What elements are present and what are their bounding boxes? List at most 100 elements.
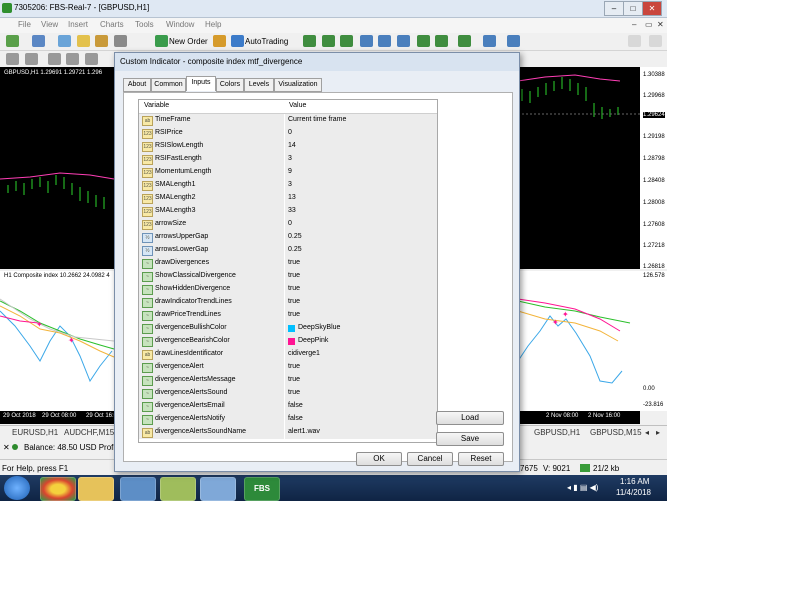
crosshair-icon[interactable]	[25, 53, 38, 65]
variable-value[interactable]: 13	[288, 194, 296, 201]
value-cell[interactable]: 0.25	[285, 231, 437, 245]
metaeditor-icon[interactable]	[213, 35, 226, 47]
clock-time[interactable]: 1:16 AM	[620, 477, 649, 486]
input-row[interactable]: ab divergenceAlertsSoundName alert1.wav	[139, 426, 437, 440]
menu-help[interactable]: Help	[205, 20, 221, 29]
value-cell[interactable]: DeepPink	[285, 335, 437, 349]
profiles-icon[interactable]	[32, 35, 45, 47]
input-row[interactable]: 123 RSIPrice 0	[139, 127, 437, 141]
zoom-in-icon[interactable]	[360, 35, 373, 47]
variable-value[interactable]: 0	[288, 129, 292, 136]
mdi-minimize-icon[interactable]: –	[632, 20, 636, 29]
variable-value[interactable]: Current time frame	[288, 116, 346, 123]
value-cell[interactable]: Current time frame	[285, 114, 437, 128]
value-cell[interactable]: true	[285, 296, 437, 310]
color-swatch[interactable]	[288, 338, 295, 345]
input-row[interactable]: 123 SMALength3 33	[139, 205, 437, 219]
chart-shift-icon[interactable]	[435, 35, 448, 47]
load-button[interactable]: Load	[436, 411, 504, 425]
new-order-button[interactable]: New Order	[169, 37, 208, 46]
taskbar-app-icon[interactable]	[120, 477, 156, 501]
bar-chart-icon[interactable]	[303, 35, 316, 47]
new-chart-icon[interactable]	[6, 35, 19, 47]
variable-value[interactable]: 3	[288, 181, 292, 188]
value-cell[interactable]: 13	[285, 192, 437, 206]
variable-value[interactable]: true	[288, 272, 300, 279]
variable-value[interactable]: true	[288, 311, 300, 318]
horizontal-line-icon[interactable]	[66, 53, 79, 65]
menu-window[interactable]: Window	[166, 20, 194, 29]
menu-charts[interactable]: Charts	[100, 20, 124, 29]
value-cell[interactable]: 0	[285, 218, 437, 232]
input-row[interactable]: ~ drawIndicatorTrendLines true	[139, 296, 437, 310]
value-cell[interactable]: true	[285, 387, 437, 401]
input-row[interactable]: 123 SMALength2 13	[139, 192, 437, 206]
autotrading-icon[interactable]	[231, 35, 244, 47]
candle-chart-icon[interactable]	[322, 35, 335, 47]
variable-value[interactable]: false	[288, 415, 303, 422]
value-cell[interactable]: 33	[285, 205, 437, 219]
menu-tools[interactable]: Tools	[135, 20, 154, 29]
variable-value[interactable]: 0.25	[288, 246, 302, 253]
zoom-out-icon[interactable]	[378, 35, 391, 47]
input-row[interactable]: ~ ShowClassicalDivergence true	[139, 270, 437, 284]
tab-about[interactable]: About	[123, 78, 151, 92]
variable-value[interactable]: true	[288, 363, 300, 370]
input-row[interactable]: ~ drawPriceTrendLines true	[139, 309, 437, 323]
clock-date[interactable]: 11/4/2018	[616, 488, 651, 497]
variable-value[interactable]: true	[288, 259, 300, 266]
value-cell[interactable]: 3	[285, 153, 437, 167]
input-row[interactable]: 123 RSIFastLength 3	[139, 153, 437, 167]
tabs-scroll-right-icon[interactable]: ▸	[656, 428, 660, 437]
input-row[interactable]: 123 SMALength1 3	[139, 179, 437, 193]
mdi-close-icon[interactable]: ✕	[657, 20, 664, 29]
minimize-button[interactable]: –	[604, 1, 624, 16]
search-icon[interactable]	[628, 35, 641, 47]
input-row[interactable]: 123 arrowSize 0	[139, 218, 437, 232]
tile-windows-icon[interactable]	[397, 35, 410, 47]
close-panel-icon[interactable]: ✕	[3, 443, 10, 452]
save-button[interactable]: Save	[436, 432, 504, 446]
mdi-restore-icon[interactable]: ▭	[645, 20, 653, 29]
market-watch-icon[interactable]	[58, 35, 71, 47]
input-row[interactable]: 123 RSISlowLength 14	[139, 140, 437, 154]
variable-value[interactable]: 33	[288, 207, 296, 214]
variable-value[interactable]: alert1.wav	[288, 428, 320, 435]
autoscroll-icon[interactable]	[417, 35, 430, 47]
tray-icons[interactable]: ◂ ▮ ▤ ◀)	[567, 483, 598, 492]
trendline-icon[interactable]	[85, 53, 98, 65]
new-order-icon[interactable]	[155, 35, 168, 47]
value-cell[interactable]: 0.25	[285, 244, 437, 258]
input-row[interactable]: ab drawLinesIdentificator cidiverge1	[139, 348, 437, 362]
variable-value[interactable]: false	[288, 402, 303, 409]
taskbar-app-icon[interactable]	[200, 477, 236, 501]
value-cell[interactable]: 0	[285, 127, 437, 141]
templates-icon[interactable]	[507, 35, 520, 47]
input-row[interactable]: ab TimeFrame Current time frame	[139, 114, 437, 128]
value-cell[interactable]: cidiverge1	[285, 348, 437, 362]
value-cell[interactable]: 3	[285, 179, 437, 193]
input-row[interactable]: ~ divergenceAlertsSound true	[139, 387, 437, 401]
file-explorer-icon[interactable]	[78, 477, 114, 501]
color-swatch[interactable]	[288, 325, 295, 332]
variable-value[interactable]: true	[288, 285, 300, 292]
chart-tab[interactable]: GBPUSD,M15	[590, 428, 642, 437]
value-cell[interactable]: 9	[285, 166, 437, 180]
chart-tab[interactable]: EURUSD,H1	[12, 428, 58, 437]
input-row[interactable]: ½ arrowsUpperGap 0.25	[139, 231, 437, 245]
cursor-icon[interactable]	[6, 53, 19, 65]
start-button[interactable]	[4, 476, 30, 500]
line-chart-icon[interactable]	[340, 35, 353, 47]
periods-icon[interactable]	[483, 35, 496, 47]
navigator-icon[interactable]	[77, 35, 90, 47]
tab-visualization[interactable]: Visualization	[274, 78, 322, 92]
variable-value[interactable]: cidiverge1	[288, 350, 320, 357]
variable-value[interactable]: 3	[288, 155, 292, 162]
input-row[interactable]: ~ divergenceAlert true	[139, 361, 437, 375]
strategy-tester-icon[interactable]	[114, 35, 127, 47]
reset-button[interactable]: Reset	[458, 452, 504, 466]
autotrading-button[interactable]: AutoTrading	[245, 37, 288, 46]
tabs-scroll-left-icon[interactable]: ◂	[645, 428, 649, 437]
variable-value[interactable]: DeepPink	[298, 337, 328, 344]
variable-value[interactable]: true	[288, 389, 300, 396]
